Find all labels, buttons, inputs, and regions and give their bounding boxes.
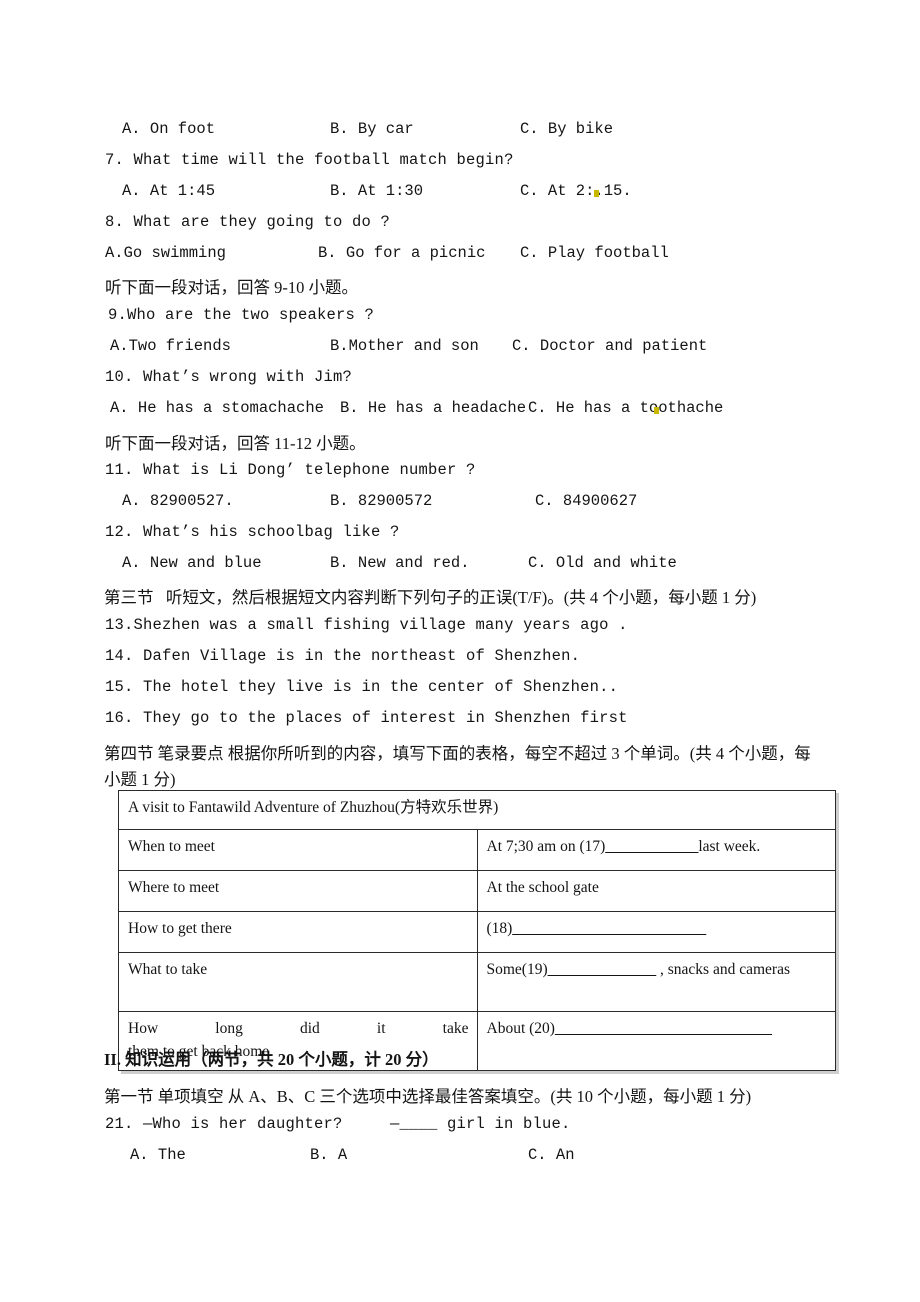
annotation-mark: [594, 190, 599, 197]
question-11-stem: 11. What is Li Dong’ telephone number ?: [105, 461, 476, 479]
value-suffix: last week.: [698, 838, 761, 855]
question-6-options: A. On foot B. By car C. By bike: [0, 120, 920, 142]
row-label: How to get there: [118, 911, 478, 953]
value-prefix: (18): [486, 920, 513, 937]
question-16: 16. They go to the places of interest in…: [105, 709, 628, 727]
option-a: A. 82900527.: [122, 492, 234, 510]
option-c: C. An: [528, 1146, 575, 1164]
question-14: 14. Dafen Village is in the northeast of…: [105, 647, 581, 665]
section-4-heading-line-2: 小题 1 分): [104, 770, 176, 789]
row-label: What to take: [118, 952, 478, 1012]
option-a: A. At 1:45: [122, 182, 216, 200]
question-7-options: A. At 1:45 B. At 1:30 C. At 2:.15.: [0, 182, 920, 204]
question-12-stem: 12. What’s his schoolbag like ?: [105, 523, 400, 541]
value-prefix: At 7;30 am on (17): [486, 838, 606, 855]
row-value: At 7;30 am on (17)____________last week.: [476, 829, 836, 871]
option-a: A.Two friends: [110, 337, 231, 355]
table-title: A visit to Fantawild Adventure of Zhuzho…: [118, 790, 836, 830]
question-13: 13.Shezhen was a small fishing village m…: [105, 616, 628, 634]
row-value: Some(19)______________ , snacks and came…: [476, 952, 836, 1012]
option-b: B. He has a headache: [340, 399, 527, 417]
row-value: About (20)____________________________: [476, 1011, 836, 1071]
question-21-stem: 21. —Who is her daughter?: [105, 1115, 343, 1133]
question-9-stem: 9.Who are the two speakers ?: [108, 306, 375, 324]
value-prefix: Some(19): [486, 961, 548, 978]
option-a: A. New and blue: [122, 554, 262, 572]
table-row: What to take Some(19)______________ , sn…: [118, 952, 836, 1012]
value-prefix: About (20): [486, 1020, 555, 1037]
notes-table: A visit to Fantawild Adventure of Zhuzho…: [118, 790, 836, 1071]
option-c: C. By bike: [520, 120, 614, 138]
question-21-options: A. The B. A C. An: [0, 1146, 920, 1168]
option-a: A. On foot: [122, 120, 216, 138]
row-value: (18)_________________________: [476, 911, 836, 953]
option-c: C. Old and white: [528, 554, 677, 572]
question-8-options: A.Go swimming B. Go for a picnic C. Play…: [0, 244, 920, 266]
option-b: B.Mother and son: [330, 337, 479, 355]
table-row: How to get there (18)___________________…: [118, 911, 836, 953]
row-label-line-1: How long did it take: [128, 1020, 469, 1037]
option-a: A. He has a stomachache: [110, 399, 324, 417]
value-suffix: , snacks and cameras: [656, 961, 790, 978]
option-a: A. The: [130, 1146, 186, 1164]
option-b: B. By car: [330, 120, 414, 138]
row-label: Where to meet: [118, 870, 478, 912]
section-4-heading-line-1: 第四节 笔录要点 根据你所听到的内容，填写下面的表格，每空不超过 3 个单词。(…: [104, 744, 811, 763]
question-15: 15. The hotel they live is in the center…: [105, 678, 619, 696]
question-11-options: A. 82900527. B. 82900572 C. 84900627: [0, 492, 920, 514]
row-value: At the school gate: [476, 870, 836, 912]
question-10-options: A. He has a stomachache B. He has a head…: [0, 399, 920, 421]
table-row-title: A visit to Fantawild Adventure of Zhuzho…: [118, 790, 836, 830]
question-12-options: A. New and blue B. New and red. C. Old a…: [0, 554, 920, 576]
question-10-stem: 10. What’s wrong with Jim?: [105, 368, 353, 386]
question-9-options: A.Two friends B.Mother and son C. Doctor…: [0, 337, 920, 359]
question-8-stem: 8. What are they going to do ?: [105, 213, 391, 231]
option-a: A.Go swimming: [105, 244, 226, 262]
value-prefix: At the school gate: [486, 879, 599, 896]
directions-9-10: 听下面一段对话，回答 9-10 小题。: [105, 278, 358, 297]
question-21-stem-answer: —____ girl in blue.: [390, 1115, 571, 1133]
option-b: B. New and red.: [330, 554, 470, 572]
row-label: When to meet: [118, 829, 478, 871]
option-c: C. At 2:.15.: [520, 182, 632, 200]
annotation-mark: [654, 407, 659, 414]
table-row: When to meet At 7;30 am on (17)_________…: [118, 829, 836, 871]
option-c: C. Play football: [520, 244, 669, 262]
option-b: B. Go for a picnic: [318, 244, 486, 262]
table-row: Where to meet At the school gate: [118, 870, 836, 912]
question-7-stem: 7. What time will the football match beg…: [105, 151, 514, 169]
section-3-heading: 第三节 听短文，然后根据短文内容判断下列句子的正误(T/F)。(共 4 个小题，…: [104, 588, 757, 607]
option-b: B. At 1:30: [330, 182, 424, 200]
option-c: C. 84900627: [535, 492, 638, 510]
option-c: C. He has a toothache: [528, 399, 724, 417]
option-b: B. 82900572: [330, 492, 433, 510]
directions-11-12: 听下面一段对话，回答 11-12 小题。: [105, 434, 366, 453]
answer-blank-18: _________________________: [512, 920, 707, 937]
answer-blank-19: ______________: [547, 961, 657, 978]
document-page: A. On foot B. By car C. By bike 7. What …: [0, 0, 920, 1302]
answer-blank-20: ____________________________: [554, 1020, 772, 1037]
part-2-heading: II. 知识运用（两节，共 20 个小题，计 20 分）: [104, 1050, 439, 1069]
part-2-section-1-heading: 第一节 单项填空 从 A、B、C 三个选项中选择最佳答案填空。(共 10 个小题…: [104, 1087, 752, 1106]
option-b: B. A: [310, 1146, 348, 1164]
option-c: C. Doctor and patient: [512, 337, 708, 355]
answer-blank-17: ____________: [605, 838, 699, 855]
